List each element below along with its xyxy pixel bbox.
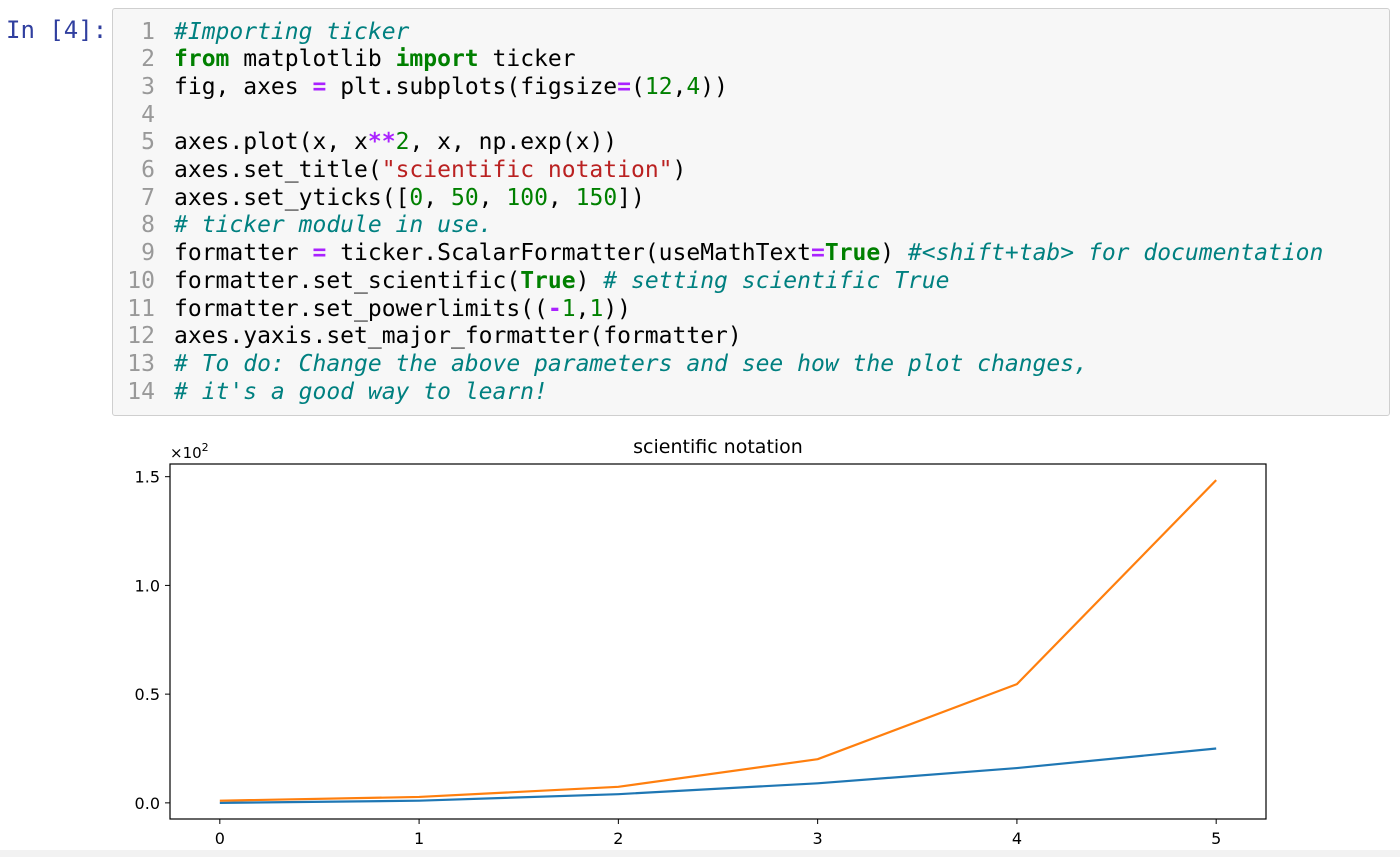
code-line[interactable]: 4 xyxy=(113,102,174,130)
code-token-text: axes.set_title( xyxy=(174,157,382,183)
code-token-op: ** xyxy=(367,129,396,156)
line-number: 2 xyxy=(141,46,155,73)
code-token-num: 1 xyxy=(561,295,576,322)
code-token-text: ) xyxy=(575,267,604,294)
code-token-comment: # it's a good way to learn! xyxy=(174,378,548,405)
code-line[interactable]: 14 # it's a good way to learn! xyxy=(113,379,548,407)
code-line[interactable]: 5 axes.plot(x, x**2, x, np.exp(x)) xyxy=(113,129,617,157)
x-tick-label: 2 xyxy=(613,829,623,848)
y-offset-exponent: 2 xyxy=(202,441,209,454)
code-token-comment: # ticker module in use. xyxy=(174,212,493,239)
line-number: 9 xyxy=(141,240,155,267)
code-token-text: ) xyxy=(672,157,687,183)
code-token-text: )) xyxy=(700,73,728,100)
code-token-comment: # setting scientific True xyxy=(603,267,950,294)
line-number: 4 xyxy=(141,101,155,128)
bottom-scroll-area xyxy=(0,850,1400,857)
code-token-text: , xyxy=(547,184,576,211)
line-number: 12 xyxy=(127,323,155,350)
code-token-text: , xyxy=(478,184,507,211)
code-token-text: matplotlib xyxy=(229,46,396,73)
line-number: 1 xyxy=(141,18,155,45)
line-chart: 0 1 2 3 4 50.00.51.01.5×102 scientific notatio… xyxy=(135,436,1267,848)
code-token-comment: #Importing ticker xyxy=(174,18,410,45)
y-offset-base: ×10 xyxy=(170,444,202,462)
code-token-text: ticker xyxy=(478,46,576,73)
code-token-text: fig, axes xyxy=(174,73,313,100)
x-tick-label: 3 xyxy=(813,829,823,848)
line-number: 3 xyxy=(141,73,155,100)
code-token-num: 4 xyxy=(686,73,701,100)
cell-output: 0 1 2 3 4 5 0.0 0.5 1.0 1.5 ×102 scientific notatio… xyxy=(112,430,1292,857)
x-tick-label: 1 xyxy=(414,829,424,848)
code-token-kw: from xyxy=(174,46,230,73)
line-number: 7 xyxy=(141,184,155,211)
y-offset-label: ×102 xyxy=(170,441,209,462)
code-token-text: ) xyxy=(880,240,908,267)
code-token-op: = xyxy=(312,240,327,267)
code-token-num: 2 xyxy=(395,129,410,156)
line-number: 10 xyxy=(127,267,155,294)
code-token-text: formatter.set_scientific( xyxy=(174,267,521,294)
code-token-kw: True xyxy=(520,267,576,294)
code-line[interactable]: 13 # To do: Change the above parameters a… xyxy=(113,351,1088,379)
code-token-text: ( xyxy=(631,73,645,100)
code-token-text: , xyxy=(672,73,687,100)
code-line[interactable]: 2 from matplotlib import ticker xyxy=(113,46,576,74)
code-token-text: formatter.set_powerlimits(( xyxy=(174,295,548,322)
line-number: 5 xyxy=(141,129,155,156)
code-token-num: 50 xyxy=(450,184,479,211)
code-line[interactable]: 11 formatter.set_powerlimits((-1,1)) xyxy=(113,296,631,324)
code-line[interactable]: 3 fig, axes = plt.subplots(figsize=(12,4)… xyxy=(113,74,728,102)
code-line[interactable]: 10 formatter.set_scientific(True) # setti… xyxy=(113,268,949,296)
code-token-text: )) xyxy=(603,295,632,322)
code-line[interactable]: 7 axes.set_yticks([0, 50, 100, 150]) xyxy=(113,185,645,213)
code-line[interactable]: 12 axes.yaxis.set_major_formatter(formatt… xyxy=(113,323,742,351)
code-token-op: = xyxy=(312,73,327,100)
code-line[interactable]: 8 # ticker module in use. xyxy=(113,212,493,240)
code-token-text: ]) xyxy=(617,184,645,211)
code-token-text: , xyxy=(423,184,451,211)
code-token-num: 0 xyxy=(409,184,424,211)
code-token-comment: #<shift+tab> for documentation xyxy=(907,240,1324,267)
y-tick-label: 1.0 xyxy=(135,576,160,595)
code-token-op: - xyxy=(547,295,562,322)
line-number: 6 xyxy=(141,157,155,183)
code-token-op: = xyxy=(811,240,825,267)
code-token-text: formatter xyxy=(174,240,313,267)
code-token-num: 1 xyxy=(589,295,604,322)
code-token-kw: import xyxy=(395,46,479,73)
code-cell-input[interactable]: 1 #Importing ticker 2 from matplotlib impor… xyxy=(112,8,1390,416)
x-tick-label: 0 xyxy=(215,829,225,848)
code-token-text: axes.yaxis.set_major_formatter(formatter… xyxy=(174,323,742,350)
chart-title: scientific notation xyxy=(633,436,803,458)
line-number: 13 xyxy=(127,350,155,377)
code-token-text: , x, np.exp(x)) xyxy=(409,129,618,156)
code-token-comment: # To do: Change the above parameters and… xyxy=(174,350,1088,377)
code-token-text: ticker.ScalarFormatter(useMathText xyxy=(326,240,811,267)
code-line[interactable]: 1 #Importing ticker xyxy=(113,19,409,47)
x-tick-label: 5 xyxy=(1211,829,1221,848)
code-line[interactable]: 6 axes.set_title("scientific notation") xyxy=(113,157,686,185)
y-tick-label: 1.5 xyxy=(135,468,160,487)
y-tick-label: 0.0 xyxy=(135,794,160,813)
code-token-kw: True xyxy=(824,240,881,267)
cell-prompt: In [4]: xyxy=(6,16,108,44)
x-tick-label: 4 xyxy=(1012,829,1022,848)
code-token-num: 100 xyxy=(506,184,548,211)
code-token-text: plt.subplots(figsize xyxy=(326,73,618,100)
code-line[interactable]: 9 formatter = ticker.ScalarFormatter(useM… xyxy=(113,240,1323,268)
line-number: 8 xyxy=(141,212,155,239)
y-tick-label: 0.5 xyxy=(135,685,160,704)
code-token-num: 12 xyxy=(644,73,673,100)
code-token-num: 150 xyxy=(575,184,618,211)
code-token-text: axes.plot(x, x xyxy=(174,129,368,156)
line-number: 14 xyxy=(127,378,155,405)
code-token-op: = xyxy=(617,73,631,100)
plot-area xyxy=(169,463,1267,820)
line-number: 11 xyxy=(127,295,155,322)
code-token-str: "scientific notation" xyxy=(381,157,673,183)
code-token-text: , xyxy=(575,295,590,322)
code-token-text: axes.set_yticks([ xyxy=(174,184,410,211)
